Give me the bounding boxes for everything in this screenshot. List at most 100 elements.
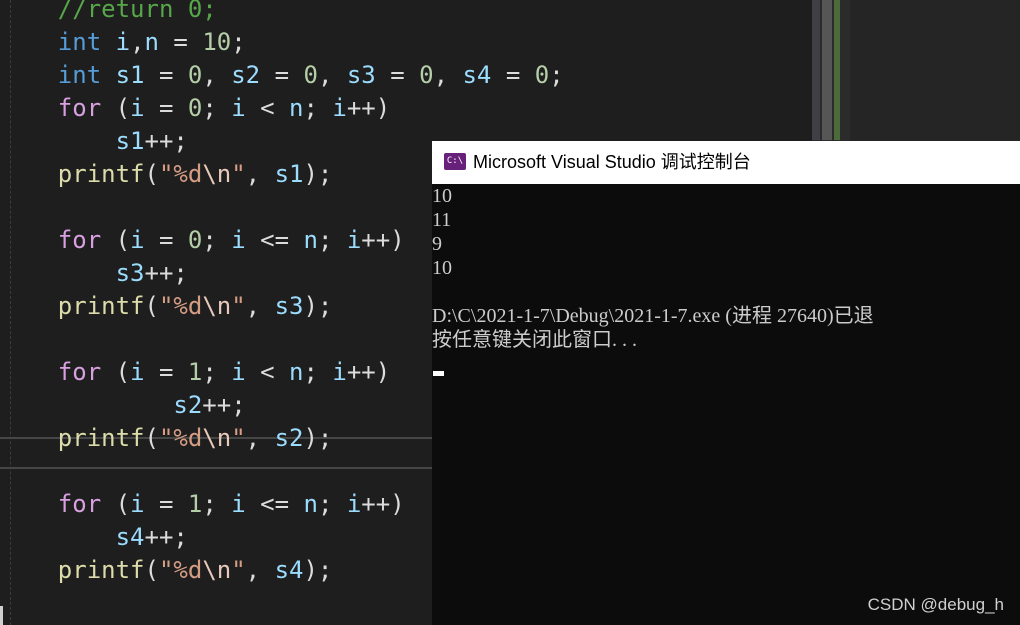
code-token: = [260,61,304,89]
code-line: for (i = 0; i <= n; i++) [0,224,405,257]
code-token: ; [317,490,347,518]
code-line: int s1 = 0, s2 = 0, s3 = 0, s4 = 0; [0,59,564,92]
code-token: , [317,61,347,89]
code-token: i [332,358,347,386]
code-token: = [375,61,420,89]
code-token: 0 [534,61,550,89]
code-token: = [144,61,188,89]
code-token: 0 [187,94,203,122]
code-token: \n [202,424,232,452]
code-token: i [346,490,362,518]
code-token: 0 [187,61,203,89]
code-line: s1++; [0,125,188,158]
scrollbar-track [812,0,820,140]
code-token: " [231,292,246,320]
code-token: ; [202,358,232,386]
console-output-line: 10 [432,257,452,279]
code-token: = [144,94,188,122]
code-token: i [231,94,246,122]
code-token: 0 [187,226,203,254]
code-token: ; [202,226,232,254]
code-token: ( [101,490,131,518]
code-token: " [231,556,246,584]
code-token: ( [101,226,131,254]
console-title-bar[interactable]: C:\ Microsoft Visual Studio 调试控制台 [432,141,1020,184]
code-token: s4 [462,61,492,89]
code-token: s1 [115,127,145,155]
console-output-line: 11 [432,209,452,231]
code-token: for [57,490,102,518]
code-token: ++; [144,523,188,551]
code-token: "%d [158,556,203,584]
code-token: , [433,61,463,89]
code-token: , [245,424,275,452]
code-token: i [231,358,246,386]
code-token: , [130,28,145,56]
code-token: n [289,358,304,386]
code-token: int [57,61,102,89]
code-token: = [144,358,188,386]
code-token: ( [144,556,159,584]
code-token: i [231,490,246,518]
code-token: ); [303,160,333,188]
code-token: ; [202,94,232,122]
code-token: ++; [144,259,188,287]
code-token: ++) [361,226,405,254]
code-token: i [231,226,246,254]
code-token: = [144,490,188,518]
code-token: , [245,160,275,188]
console-title: Microsoft Visual Studio 调试控制台 [473,152,751,172]
code-token: 1 [187,358,203,386]
code-token: ; [303,94,333,122]
code-token: i [130,94,145,122]
code-line: s3++; [0,257,188,290]
code-token: for [57,358,102,386]
console-output[interactable]: 10 11 9 10 D:\C\2021-1-7\Debug\2021-1-7.… [432,184,1020,625]
code-token: " [231,424,246,452]
code-token: s4 [274,556,304,584]
code-line: printf("%d\n", s4); [0,554,333,587]
text-cursor [433,371,444,376]
code-token: n [144,28,159,56]
code-token: < [245,94,290,122]
code-token: s3 [115,259,145,287]
code-token: ); [303,424,333,452]
code-token: i [130,490,145,518]
code-line: printf("%d\n", s3); [0,290,333,323]
code-token: ); [303,556,333,584]
console-output-line: 10 [432,185,452,207]
code-token: = [144,226,188,254]
debug-console-window[interactable]: C:\ Microsoft Visual Studio 调试控制台 10 11 … [432,141,1020,625]
code-token: "%d [158,424,203,452]
code-token: i [346,226,362,254]
scrollbar-thumb[interactable] [822,0,832,140]
code-token: < [245,358,290,386]
console-output-line: 按任意键关闭此窗口. . . [432,329,637,351]
code-token: 1 [187,490,203,518]
code-token: ( [144,292,159,320]
change-marker [834,0,840,140]
code-token: ++; [144,127,188,155]
gutter-marker [0,606,3,625]
code-token: s1 [274,160,304,188]
code-token: \n [202,292,232,320]
code-token: ++) [346,94,391,122]
code-token: ; [317,226,347,254]
code-token: ); [303,292,333,320]
code-token: 0 [419,61,434,89]
code-token: \n [202,160,232,188]
code-token: s3 [274,292,304,320]
code-token: s2 [274,424,304,452]
